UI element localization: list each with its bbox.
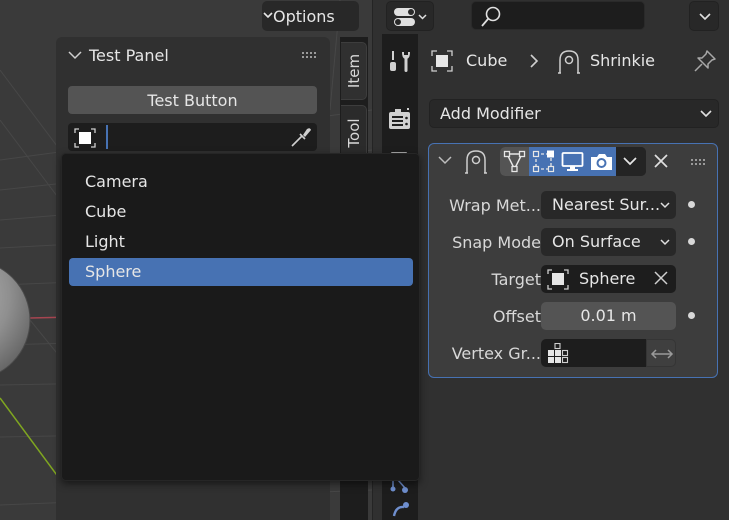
chevron-down-icon: [623, 157, 637, 166]
invert-vertex-group-toggle[interactable]: [646, 339, 676, 367]
tool-settings-icon: [390, 51, 410, 72]
chevron-down-icon[interactable]: [438, 155, 452, 165]
invert-arrows-icon: [650, 349, 674, 359]
popup-item-cube[interactable]: Cube: [69, 198, 413, 226]
object-search-popup: Camera Cube Light Sphere: [61, 153, 420, 481]
on-cage-toggle[interactable]: [500, 147, 529, 176]
target-label: Target: [491, 270, 542, 289]
constraint-icon: [390, 479, 409, 517]
tab-render[interactable]: [382, 86, 418, 138]
vertex-group-icon: [548, 343, 569, 364]
keyframe-dot[interactable]: [688, 238, 695, 245]
object-icon: [547, 269, 569, 290]
edit-mode-toggle[interactable]: [529, 147, 558, 176]
camera-icon: [591, 154, 612, 170]
options-label: Options: [273, 6, 335, 26]
properties-editor-icon: [394, 8, 427, 26]
snap-mode-label: Snap Mode: [452, 233, 541, 252]
target-object-field[interactable]: Sphere: [541, 265, 676, 293]
modifier-extras-dropdown[interactable]: [616, 147, 646, 176]
snap-mode-dropdown[interactable]: On Surface: [541, 228, 676, 256]
drag-grip-icon[interactable]: [691, 159, 707, 167]
monitor-icon: [561, 152, 584, 171]
wrap-method-row: Wrap Met... Nearest Sur...: [429, 191, 719, 220]
keyframe-dot[interactable]: [688, 201, 695, 208]
breadcrumb-modifier: Shrinkie: [590, 51, 656, 70]
vertex-group-label: Vertex Gr...: [451, 344, 541, 363]
breadcrumb-object: Cube: [466, 51, 508, 70]
object-search-field[interactable]: [68, 123, 317, 151]
shrinkwrap-modifier-icon: [465, 150, 487, 174]
drag-grip-icon[interactable]: [302, 52, 318, 60]
target-row: Target Sphere: [429, 265, 719, 294]
popup-item-sphere[interactable]: Sphere: [69, 258, 413, 286]
render-icon: [389, 108, 410, 129]
snap-mode-row: Snap Mode On Surface: [429, 228, 719, 257]
tab-item[interactable]: Item: [341, 42, 367, 100]
render-toggle[interactable]: [587, 147, 616, 176]
object-icon: [74, 128, 96, 148]
properties-search-input[interactable]: [471, 1, 645, 30]
add-modifier-label: Add Modifier: [440, 104, 541, 123]
offset-number-field[interactable]: 0.01 m: [541, 302, 676, 330]
vertex-group-row: Vertex Gr...: [429, 339, 719, 368]
wrap-method-dropdown[interactable]: Nearest Sur...: [541, 191, 676, 219]
search-icon: [481, 6, 501, 27]
add-modifier-dropdown[interactable]: Add Modifier: [429, 99, 719, 128]
chevron-right-icon: [530, 54, 539, 68]
editor-type-button[interactable]: [386, 1, 434, 31]
chevron-down-icon: [660, 239, 670, 246]
shrinkwrap-modifier-icon: [558, 50, 580, 74]
close-icon[interactable]: [653, 153, 669, 169]
header-options-dropdown[interactable]: [689, 1, 719, 31]
vertex-triangle-icon: [503, 150, 526, 173]
tab-tool-settings[interactable]: [382, 34, 418, 86]
eyedropper-icon[interactable]: [289, 126, 313, 148]
popup-item-camera[interactable]: Camera: [69, 168, 413, 196]
chevron-down-icon[interactable]: [68, 50, 82, 60]
vertex-group-field[interactable]: [541, 339, 646, 367]
chevron-down-icon: [699, 13, 711, 21]
properties-editor: Cube Shrinkie Add Modifier Wrap Met... N…: [372, 0, 729, 520]
modifier-visibility-toggles: [500, 147, 646, 176]
chevron-down-icon: [660, 202, 670, 209]
clear-icon[interactable]: [654, 271, 668, 285]
popup-item-light[interactable]: Light: [69, 228, 413, 256]
test-button[interactable]: Test Button: [68, 86, 317, 114]
chevron-down-icon: [700, 110, 712, 118]
offset-label: Offset: [492, 307, 541, 326]
viewport-toggle[interactable]: [558, 147, 587, 176]
shrinkwrap-modifier-panel: Wrap Met... Nearest Sur... Snap Mode On …: [428, 143, 718, 378]
keyframe-dot[interactable]: [688, 312, 695, 319]
edit-mode-icon: [532, 150, 555, 173]
chevron-down-icon: [263, 12, 273, 19]
object-icon: [431, 50, 453, 72]
breadcrumb: Cube Shrinkie: [429, 46, 719, 76]
panel-header[interactable]: Test Panel: [56, 37, 330, 75]
options-dropdown[interactable]: Options: [262, 1, 359, 31]
text-cursor: [106, 125, 108, 149]
pin-icon[interactable]: [693, 49, 717, 73]
sphere-object[interactable]: [0, 260, 31, 380]
properties-header: [373, 0, 729, 34]
wrap-method-label: Wrap Met...: [449, 196, 541, 215]
offset-row: Offset 0.01 m: [429, 302, 719, 331]
panel-title: Test Panel: [89, 46, 169, 65]
